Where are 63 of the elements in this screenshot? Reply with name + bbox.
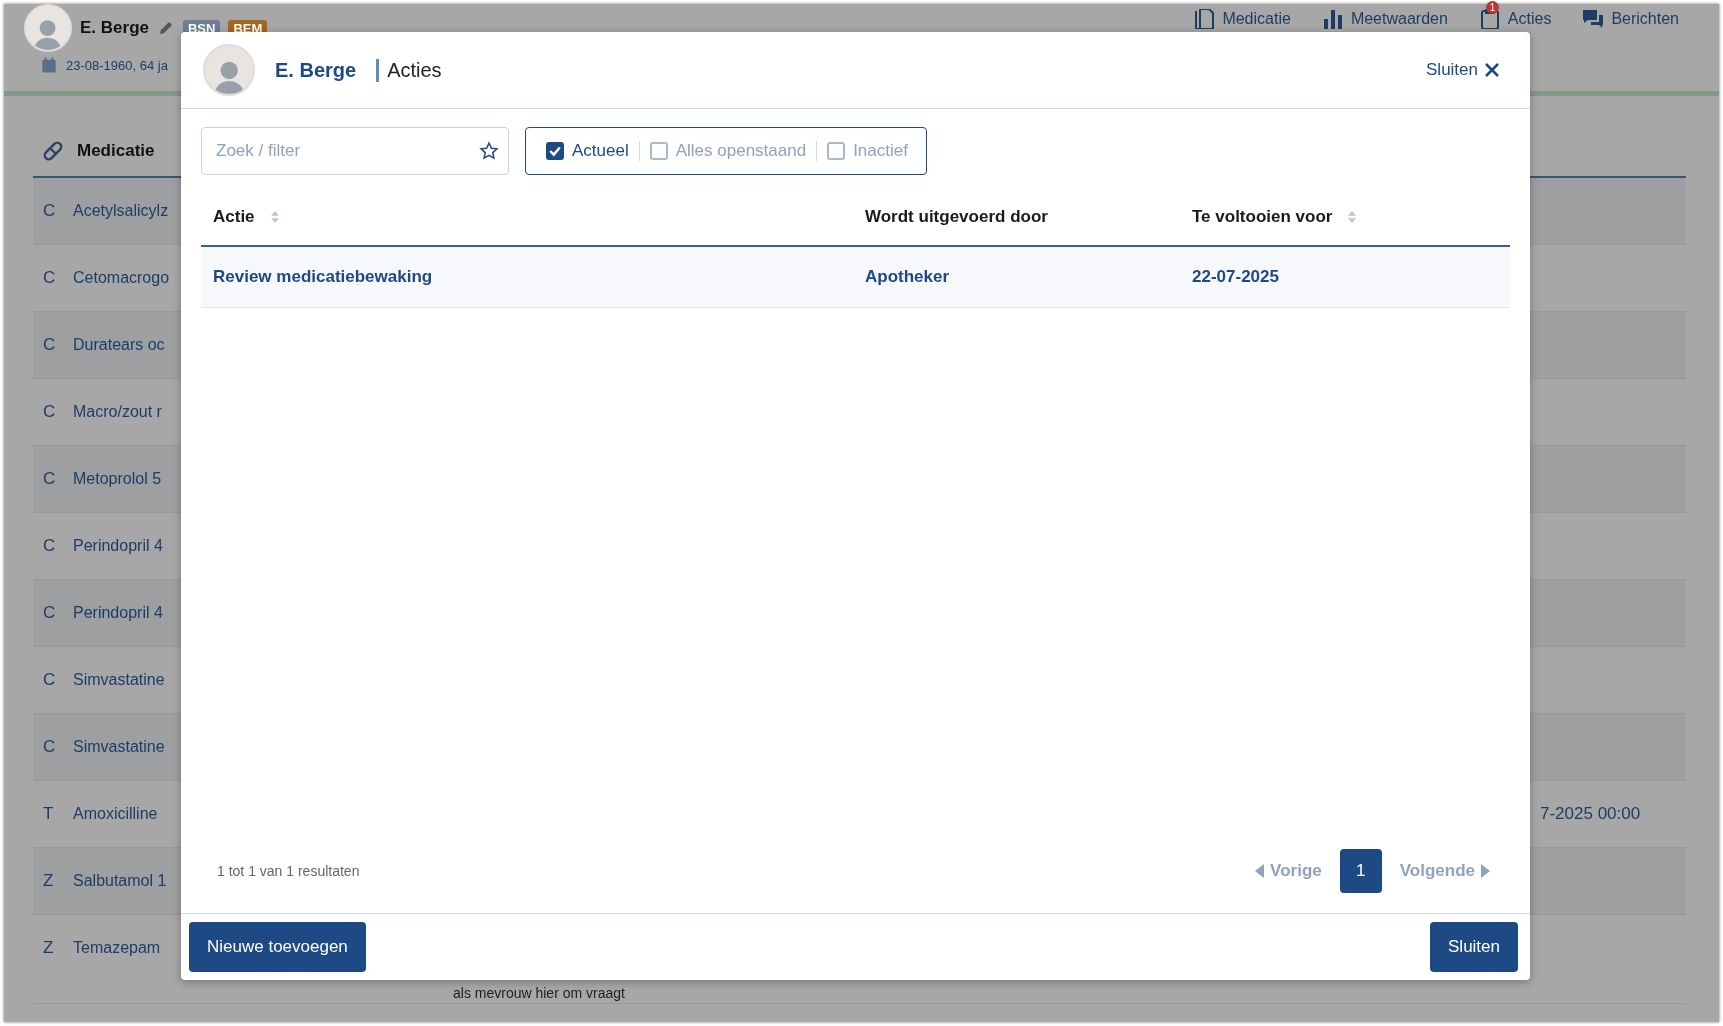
column-header[interactable]: Wordt uitgevoerd door	[865, 207, 1048, 227]
nav-link[interactable]: Meetwaarden	[1322, 9, 1448, 29]
medication-type: C	[42, 536, 57, 556]
medication-type: C	[42, 402, 57, 422]
nav-icon	[1194, 9, 1215, 29]
medication-name: Simvastatine	[73, 738, 166, 756]
medication-type: C	[42, 737, 57, 757]
medication-type: T	[42, 804, 55, 824]
medication-type: C	[42, 268, 57, 288]
column-header[interactable]: Actie	[213, 207, 283, 227]
avatar	[24, 4, 72, 52]
checkbox[interactable]	[546, 142, 564, 160]
nav-icon	[1583, 9, 1604, 29]
medication-type: Z	[42, 938, 55, 958]
medication-name: Perindopril 4	[73, 537, 164, 555]
medication-type: C	[42, 603, 57, 623]
panel-title: Medicatie	[77, 141, 155, 161]
medication-name: Perindopril 4	[73, 604, 164, 622]
dialog-title: Acties	[376, 58, 442, 82]
column-header[interactable]: Te voltooien voor	[1192, 207, 1361, 227]
caret-right-icon	[1481, 864, 1490, 878]
dialog-patient-name: E. Berge	[275, 58, 357, 82]
medication-name: Macro/zout r	[73, 403, 163, 421]
birth-date: 23-08-1960, 64 ja	[66, 57, 168, 73]
medication-type: C	[42, 335, 57, 355]
medication-name: Amoxicilline	[73, 805, 159, 823]
checkbox[interactable]	[827, 142, 846, 160]
caret-left-icon	[1255, 864, 1265, 878]
filter-checkbox[interactable]: Actueel	[536, 141, 639, 161]
medication-name: Acetylsalicylz	[73, 202, 170, 220]
medication-name: Simvastatine	[73, 671, 166, 689]
avatar	[203, 44, 255, 96]
medication-name: Metoprolol 5	[73, 470, 163, 488]
dialog-button[interactable]: Sluiten	[1430, 922, 1518, 972]
medication-name: Duratears oc	[73, 336, 166, 354]
table-cell[interactable]: Apotheker	[853, 267, 1180, 287]
close-link[interactable]: Sluiten	[1426, 60, 1500, 80]
checkbox[interactable]	[649, 142, 668, 160]
pill-icon	[41, 139, 65, 163]
medication-name: Cetomacrogo	[73, 269, 171, 287]
close-icon	[1484, 62, 1500, 78]
nav-link[interactable]: Medicatie	[1194, 9, 1291, 29]
end-date: 7-2025 00:00	[1540, 804, 1642, 824]
medication-name: Temazepam	[73, 939, 162, 957]
nav-icon	[1322, 9, 1343, 29]
medication-note: als mevrouw hier om vraagt	[453, 985, 626, 1001]
calendar-icon	[40, 56, 58, 74]
check-icon	[549, 145, 561, 157]
table-cell[interactable]: 22-07-2025	[1180, 267, 1510, 287]
medication-name: Salbutamol 1	[73, 872, 168, 890]
page-button[interactable]: 1	[1339, 849, 1382, 893]
patient-name: E. Berge	[80, 18, 149, 38]
medication-type: C	[42, 670, 57, 690]
dialog-button[interactable]: Nieuwe toevoegen	[189, 922, 366, 972]
pencil-icon	[157, 19, 175, 37]
search-field[interactable]: Zoek / filter	[201, 127, 509, 175]
medication-type: C	[42, 469, 57, 489]
result-count: 1 tot 1 van 1 resultaten	[217, 863, 360, 879]
medication-type: Z	[42, 871, 55, 891]
medication-type: C	[42, 201, 57, 221]
star-icon	[479, 141, 499, 161]
nav-link[interactable]: Berichten	[1583, 9, 1679, 29]
table-cell[interactable]: Review medicatiebewaking	[201, 267, 853, 287]
